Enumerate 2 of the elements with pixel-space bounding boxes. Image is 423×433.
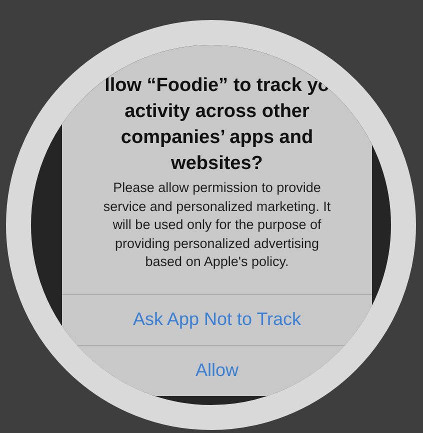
alert-message: Please allow permission to provide service and personalized marketing. It will be used only for the purpose of providing personalized advertising based on Apple's policy. — [102, 179, 332, 271]
alert-button[interactable]: Ask App Not to Track — [62, 294, 372, 344]
